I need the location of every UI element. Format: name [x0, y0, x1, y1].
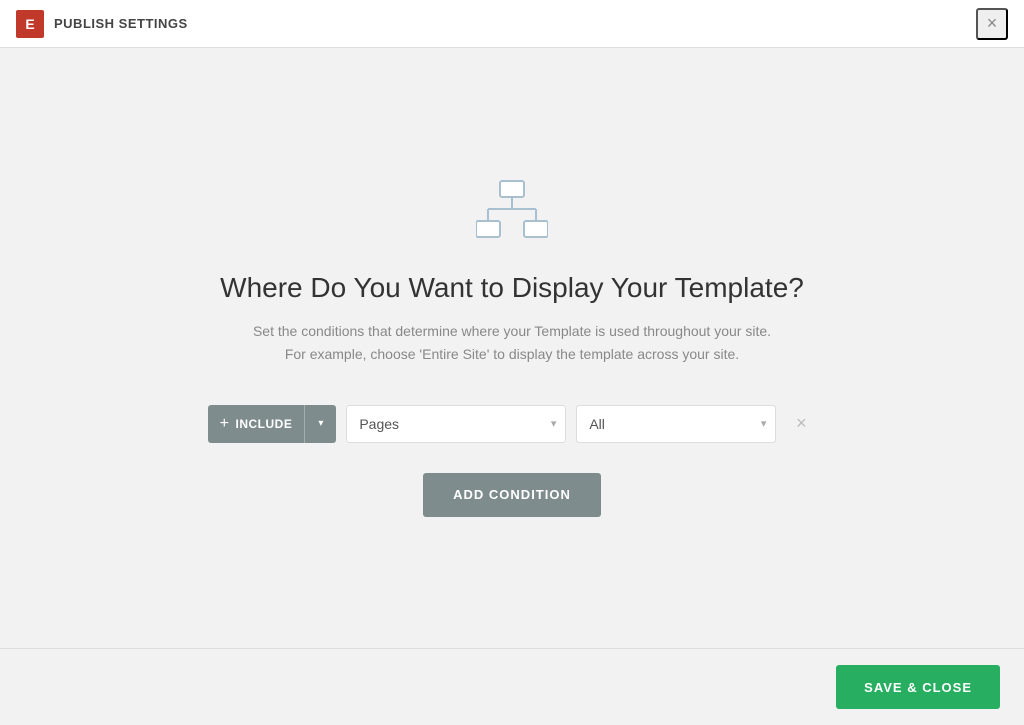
include-dropdown-arrow[interactable]: ▾: [304, 405, 336, 443]
main-content: Where Do You Want to Display Your Templa…: [0, 48, 1024, 648]
remove-condition-button[interactable]: ×: [786, 409, 816, 439]
condition-row: + INCLUDE ▾ Pages ▾ All ▾ ×: [208, 405, 817, 443]
titlebar-left: E PUBLISH SETTINGS: [16, 10, 188, 38]
include-button[interactable]: + INCLUDE ▾: [208, 405, 337, 443]
dialog-title: PUBLISH SETTINGS: [54, 16, 188, 31]
pages-select[interactable]: Pages: [346, 405, 566, 443]
all-select[interactable]: All: [576, 405, 776, 443]
network-icon: [476, 179, 548, 244]
save-close-button[interactable]: SAVE & CLOSE: [836, 665, 1000, 709]
add-condition-button[interactable]: ADD CONDITION: [423, 473, 601, 517]
all-select-wrapper: All ▾: [576, 405, 776, 443]
close-button[interactable]: ×: [976, 8, 1008, 40]
app-logo: E: [16, 10, 44, 38]
footer: SAVE & CLOSE: [0, 648, 1024, 725]
pages-select-wrapper: Pages ▾: [346, 405, 566, 443]
main-heading: Where Do You Want to Display Your Templa…: [220, 272, 804, 304]
include-label: INCLUDE: [236, 417, 293, 431]
plus-icon: +: [220, 415, 230, 433]
titlebar: E PUBLISH SETTINGS ×: [0, 0, 1024, 48]
sub-text: Set the conditions that determine where …: [253, 320, 771, 365]
publish-settings-dialog: E PUBLISH SETTINGS ×: [0, 0, 1024, 725]
